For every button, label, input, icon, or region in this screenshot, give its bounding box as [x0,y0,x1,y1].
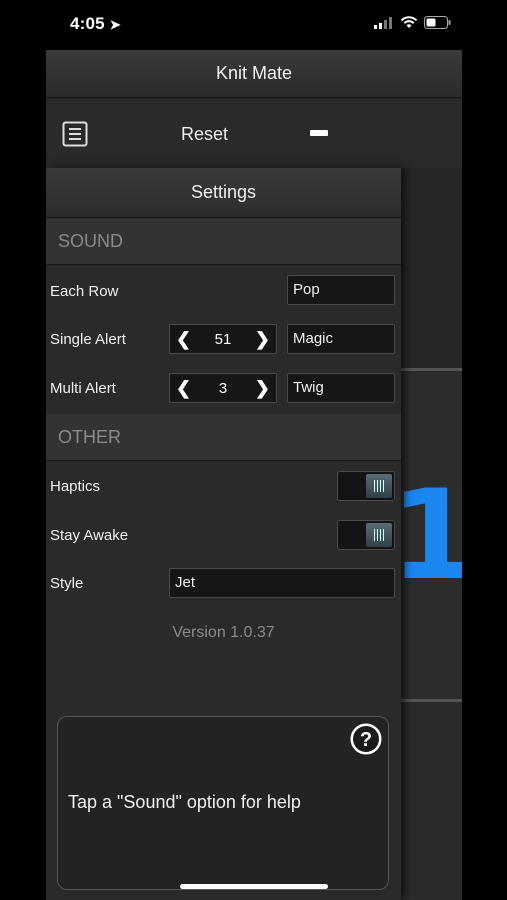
counter-upper-panel [401,168,462,368]
cellular-signal-icon [374,16,392,29]
multi-alert-stepper: ❮ 3 ❯ [169,373,277,403]
toolbar-area [46,98,462,168]
reset-button[interactable]: Reset [181,124,228,145]
battery-icon [424,16,451,29]
multi-alert-count: 3 [218,379,228,397]
each-row-sound-select[interactable]: Pop [287,275,395,305]
settings-title: Settings [46,168,401,218]
single-alert-label: Single Alert [50,331,126,348]
app-window: Knit Mate Reset 1 Settings SOUND Each Ro… [46,50,462,900]
haptics-toggle[interactable] [337,471,395,501]
style-select[interactable]: Jet [169,568,395,598]
multi-alert-increment-chevron-right-icon[interactable]: ❯ [255,378,270,399]
each-row-label: Each Row [50,283,119,300]
svg-text:?: ? [360,729,372,751]
menu-button[interactable] [62,121,88,147]
section-sound: SOUND [46,218,401,265]
single-alert-stepper: ❮ 51 ❯ [169,324,277,354]
multi-alert-label: Multi Alert [50,380,116,397]
multi-alert-decrement-chevron-left-icon[interactable]: ❮ [176,378,191,399]
settings-panel: Settings SOUND Each Row Pop Single Alert… [46,168,401,900]
stay-awake-label: Stay Awake [50,527,129,544]
section-sound-label: SOUND [58,231,124,251]
single-alert-sound-select[interactable]: Magic [287,324,395,354]
status-icons [374,16,451,29]
haptics-toggle-knob [366,474,392,498]
menu-icon [62,121,88,147]
help-button[interactable]: ? [348,721,384,757]
home-indicator[interactable] [180,884,328,889]
status-time: 4:05 ➤ [70,14,121,33]
single-alert-decrement-chevron-left-icon[interactable]: ❮ [176,329,191,350]
stay-awake-toggle-knob [366,523,392,547]
app-title: Knit Mate [215,63,293,83]
section-other: OTHER [46,414,401,461]
question-circle-icon: ? [349,722,383,756]
stay-awake-toggle[interactable] [337,520,395,550]
single-alert-increment-chevron-right-icon[interactable]: ❯ [255,329,270,350]
decrement-button[interactable] [310,130,328,136]
section-other-label: OTHER [58,427,121,447]
location-arrow-icon: ➤ [109,17,121,32]
haptics-label: Haptics [50,478,101,495]
version-text: Version 1.0.37 [172,624,275,641]
single-alert-count: 51 [214,330,232,348]
help-text: Tap a "Sound" option for help [68,792,301,812]
help-box: ? Tap a "Sound" option for help [57,716,389,890]
style-label: Style [50,575,84,592]
app-header: Knit Mate [46,50,462,98]
wifi-icon [400,16,418,28]
multi-alert-sound-select[interactable]: Twig [287,373,395,403]
counter-divider-lower [401,699,462,702]
